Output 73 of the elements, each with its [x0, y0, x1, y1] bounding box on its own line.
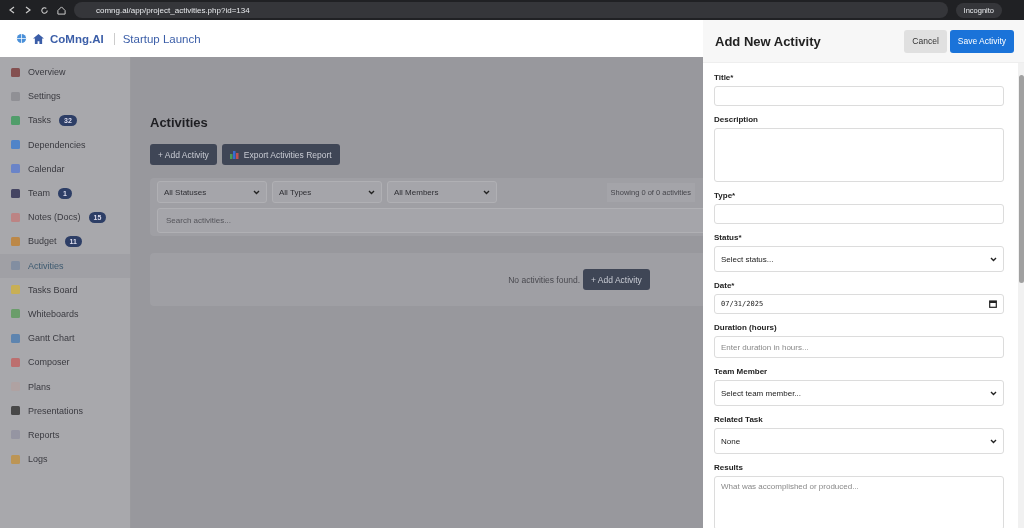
input-field[interactable]: Enter duration in hours... [714, 336, 1004, 358]
address-bar[interactable]: comng.ai/app/project_activities.php?id=134 [74, 2, 948, 18]
back-icon[interactable] [8, 5, 16, 15]
square-icon [11, 406, 20, 416]
forward-icon[interactable] [24, 5, 32, 15]
save-button[interactable]: Save Activity [949, 29, 1014, 53]
select-field[interactable]: None [714, 428, 1004, 454]
field-label: Status* [714, 233, 743, 242]
square-icon [11, 164, 20, 174]
square-icon [11, 140, 20, 150]
chevron-down-icon [483, 189, 490, 195]
chevron-down-icon [990, 438, 997, 444]
sidebar-item[interactable]: Presentations [0, 398, 130, 423]
brand-name[interactable]: CoMng.AI [50, 32, 104, 45]
square-icon [11, 333, 20, 343]
add-activity-button[interactable]: + Add Activity [583, 269, 650, 290]
cancel-button[interactable]: Cancel [904, 29, 947, 53]
square-icon [11, 212, 20, 222]
chevron-down-icon [990, 390, 997, 396]
field-label: Results [714, 463, 744, 472]
project-name: Startup Launch [113, 32, 201, 45]
calendar-icon [989, 300, 997, 308]
field-label: Team Member [714, 367, 769, 376]
sidebar-item[interactable]: Reports [0, 422, 130, 447]
home-icon [33, 33, 44, 44]
select-field[interactable]: Select team member... [714, 380, 1004, 406]
select-field[interactable]: Select status... [714, 246, 1004, 272]
field-label: Date* [714, 281, 736, 290]
field-label: Description [714, 115, 759, 124]
square-icon [11, 236, 20, 246]
sidebar-item[interactable]: Composer [0, 350, 130, 375]
sidebar-item[interactable]: Tasks Board [0, 277, 130, 302]
field-label: Type* [714, 191, 737, 200]
input-field[interactable] [714, 86, 1004, 106]
square-icon [11, 309, 20, 319]
sidebar-item[interactable]: Settings [0, 84, 130, 109]
filter-select[interactable]: All Statuses [157, 181, 267, 203]
empty-message: No activities found. [508, 274, 580, 285]
square-icon [11, 285, 20, 295]
export-button[interactable]: Export Activities Report [221, 144, 340, 165]
field-label: Duration (hours) [714, 323, 778, 332]
square-icon [11, 188, 20, 198]
scrollbar[interactable] [1018, 63, 1024, 528]
add-activity-button[interactable]: + Add Activity [150, 144, 217, 165]
sidebar-item[interactable]: Overview [0, 60, 130, 85]
home-icon[interactable] [57, 5, 66, 15]
sidebar-item[interactable]: Whiteboards [0, 301, 130, 327]
chevron-down-icon [368, 189, 375, 195]
field-label: Title* [714, 73, 735, 82]
sidebar-item[interactable]: Activities [0, 253, 130, 278]
text-area[interactable]: What was accomplished or produced... [714, 476, 1004, 528]
input-field[interactable] [714, 204, 1004, 224]
panel-title: Add New Activity [715, 33, 821, 49]
chart-icon [229, 150, 239, 159]
filter-select[interactable]: All Members [387, 181, 497, 203]
sidebar-item[interactable]: Dependencies [0, 132, 130, 157]
chevron-down-icon [990, 256, 997, 262]
square-icon [11, 454, 20, 464]
sidebar-item[interactable]: Calendar [0, 156, 130, 181]
square-icon [11, 67, 20, 77]
square-icon [11, 357, 20, 367]
square-icon [11, 91, 20, 101]
chevron-down-icon [253, 189, 260, 195]
sidebar-item[interactable]: Logs [0, 447, 130, 472]
globe-icon [16, 33, 27, 44]
field-label: Related Task [714, 415, 764, 424]
filter-select[interactable]: All Types [272, 181, 382, 203]
square-icon [11, 115, 20, 125]
sidebar-item[interactable]: Gantt Chart [0, 326, 130, 351]
reload-icon[interactable] [40, 5, 49, 15]
page-title: Activities [150, 115, 208, 130]
square-icon [11, 261, 20, 271]
sidebar-item[interactable]: Plans [0, 374, 130, 399]
